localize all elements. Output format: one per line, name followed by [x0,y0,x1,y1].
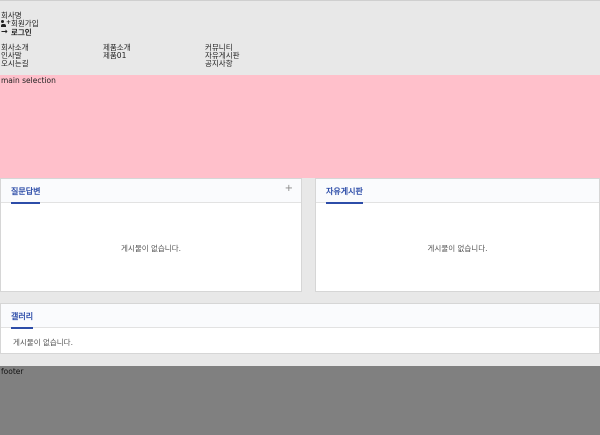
main-selection: main selection [0,75,600,178]
more-plus-icon[interactable]: + [285,184,293,194]
menu-community: 커뮤니티 자유게시판 공지사항 [205,44,240,68]
qna-empty-message: 게시물이 없습니다. [121,244,181,253]
gallery-board: 갤러리 게시물이 없습니다. [0,303,600,354]
menu-products: 제품소개 제품01 [103,44,131,60]
free-board: 자유게시판 게시물이 없습니다. [315,178,600,292]
auth-links: + 회원가입 로그인 [1,19,39,37]
menu-company: 회사소개 인사말 오시는길 [1,44,29,68]
site-header: 회사명 + 회원가입 로그인 회사소개 인사말 오시는길 제품소개 제품01 커… [0,0,600,75]
menu-item-notice[interactable]: 공지사항 [205,60,240,68]
login-label: 로그인 [11,28,32,37]
qna-board-header: 질문답변 + [1,179,301,204]
free-board-title[interactable]: 자유게시판 [326,186,363,204]
free-board-empty-message: 게시물이 없습니다. [427,244,488,253]
gallery-board-title[interactable]: 갤러리 [11,311,34,329]
gallery-empty-message: 게시물이 없습니다. [13,338,73,347]
qna-board: 질문답변 + 게시물이 없습니다. [0,178,302,292]
menu-item-directions[interactable]: 오시는길 [1,60,29,68]
menu-item-product-01[interactable]: 제품01 [103,52,131,60]
login-link[interactable]: 로그인 [1,28,39,38]
qna-board-title[interactable]: 질문답변 [11,186,41,204]
main-selection-label: main selection [1,76,56,85]
free-board-header: 자유게시판 [316,179,599,204]
sign-in-icon [1,28,9,37]
site-footer: footer [0,366,600,435]
signup-label: 회원가입 [11,19,39,28]
gallery-board-header: 갤러리 [1,304,599,329]
footer-label: footer [1,367,24,376]
